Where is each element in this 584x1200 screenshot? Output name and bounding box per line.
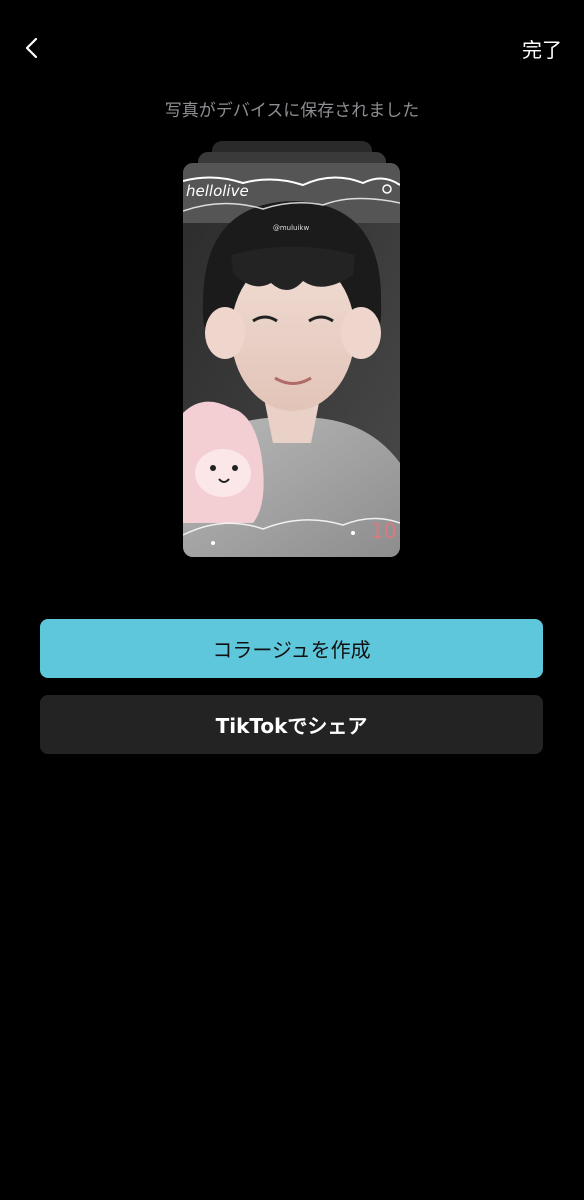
- create-collage-button[interactable]: コラージュを作成: [40, 619, 543, 678]
- saved-status-message: 写真がデバイスに保存されました: [164, 101, 420, 121]
- share-tiktok-button[interactable]: TikTokでシェア: [40, 695, 543, 754]
- saved-photo-preview[interactable]: hellolive @muluikw 10: [183, 163, 400, 557]
- photo-image: hellolive @muluikw 10: [183, 163, 400, 557]
- chevron-left-icon: [25, 37, 38, 59]
- done-button[interactable]: 完了: [522, 34, 562, 63]
- sticker-number-text: 10: [371, 519, 396, 543]
- back-button[interactable]: [14, 30, 50, 66]
- sticker-brand-text: hellolive: [186, 182, 249, 200]
- photo-username-text: @muluikw: [273, 224, 310, 232]
